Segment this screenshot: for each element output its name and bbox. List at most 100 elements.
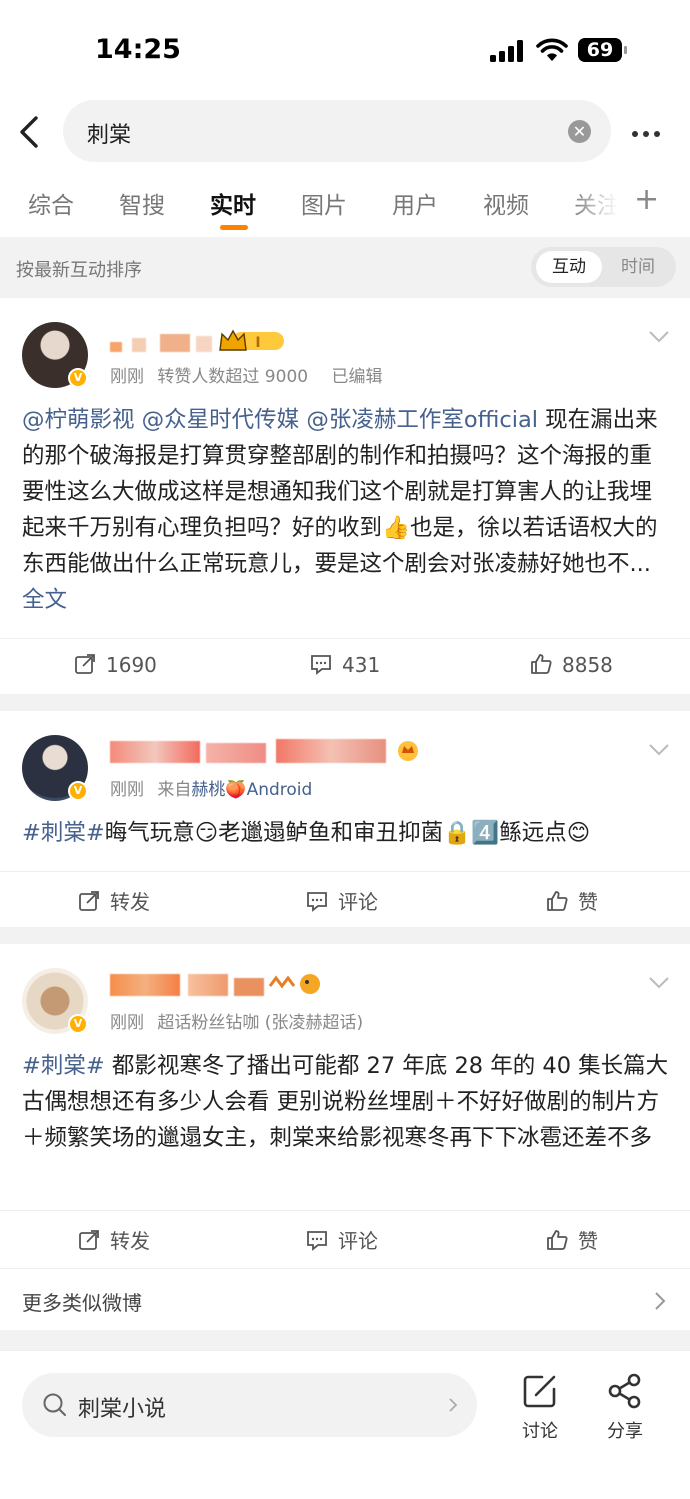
- clear-search-icon[interactable]: ✕: [568, 120, 591, 143]
- repost-label: 转发: [110, 890, 150, 914]
- mention-link[interactable]: @柠萌影视: [22, 407, 135, 433]
- post-time: 刚刚: [110, 1013, 144, 1033]
- search-input[interactable]: 刺棠 ✕: [63, 100, 611, 162]
- discuss-button[interactable]: 讨论: [512, 1371, 568, 1443]
- edited-label: 已编辑: [331, 367, 383, 387]
- thumbs-up-icon: [531, 654, 552, 674]
- svg-text:I: I: [255, 335, 260, 351]
- more-similar-label: 更多类似微博: [22, 1291, 142, 1315]
- comment-icon: [311, 655, 331, 675]
- fan-badge-icon: [268, 974, 320, 994]
- like-button[interactable]: 赞: [546, 1225, 598, 1254]
- sort-option-interaction[interactable]: 互动: [536, 251, 602, 283]
- cellular-signal-icon: [490, 40, 523, 62]
- tab-users[interactable]: 用户: [392, 186, 438, 220]
- repost-icon: [79, 891, 99, 911]
- search-tabs: 综合 智搜 实时 图片 用户 视频 关注 +: [0, 180, 690, 234]
- status-time: 14:25: [95, 34, 181, 65]
- hashtag-link[interactable]: #刺棠#: [22, 1053, 105, 1079]
- mention-link[interactable]: @众星时代传媒: [142, 407, 300, 433]
- verified-badge-icon: V: [68, 781, 88, 801]
- comment-count: 431: [342, 653, 381, 677]
- repost-button[interactable]: 1690: [74, 653, 157, 677]
- compose-icon: [523, 1375, 556, 1408]
- like-button[interactable]: 8858: [530, 653, 613, 677]
- share-icon: [608, 1373, 641, 1409]
- comment-icon: [307, 892, 327, 912]
- post-actions: 转发 评论 赞: [0, 1210, 690, 1266]
- tab-smart-search[interactable]: 智搜: [119, 186, 165, 220]
- full-text-link[interactable]: 全文: [22, 587, 67, 613]
- post-body: 都影视寒冬了播出可能都 27 年底 28 年的 40 集长篇大古偶想想还有多少人…: [22, 1053, 669, 1151]
- comment-button[interactable]: 评论: [306, 1225, 378, 1254]
- search-header: 刺棠 ✕: [0, 100, 690, 164]
- bottom-bar: 刺棠小说 讨论 分享: [0, 1350, 690, 1499]
- chevron-down-icon[interactable]: [648, 330, 670, 344]
- thumbs-up-icon: [547, 891, 568, 911]
- repost-icon: [79, 1230, 99, 1250]
- comment-label: 评论: [338, 1229, 378, 1253]
- hashtag-link[interactable]: #刺棠#: [22, 820, 105, 846]
- vip-crown-badge-icon: I: [219, 329, 284, 351]
- post-actions: 转发 评论 赞: [0, 871, 690, 927]
- more-options-icon[interactable]: [632, 122, 668, 142]
- post-card: V 刚刚 来自赫桃🍑Android #刺棠#晦气玩意😏老邋遢鲈鱼和审丑抑菌🔒4️…: [0, 711, 690, 927]
- comment-label: 评论: [338, 890, 378, 914]
- active-tab-indicator: [220, 225, 248, 230]
- thumbs-up-icon: [547, 1230, 568, 1250]
- related-search-text: 刺棠小说: [78, 1397, 167, 1422]
- divider: [0, 694, 690, 711]
- post-time: 刚刚: [110, 367, 144, 387]
- back-arrow-icon[interactable]: [16, 114, 44, 150]
- sort-option-time[interactable]: 时间: [605, 251, 671, 283]
- share-label: 分享: [607, 1421, 643, 1442]
- post-text: @柠萌影视 @众星时代传媒 @张凌赫工作室official 现在漏出来的那个破海…: [22, 402, 672, 618]
- comment-button[interactable]: 431: [310, 653, 380, 677]
- chevron-down-icon[interactable]: [648, 976, 670, 990]
- post-meta: 刚刚 超话粉丝钻咖 (张凌赫超话): [110, 1008, 363, 1033]
- device-link[interactable]: Android: [247, 780, 313, 800]
- tab-videos[interactable]: 视频: [483, 186, 529, 220]
- discuss-label: 讨论: [522, 1421, 558, 1442]
- more-similar-posts-link[interactable]: 更多类似微博: [0, 1268, 690, 1330]
- repost-button[interactable]: 转发: [78, 1225, 150, 1254]
- search-icon: [43, 1393, 66, 1416]
- chevron-down-icon[interactable]: [648, 743, 670, 757]
- post-meta: 刚刚 转赞人数超过 9000 已编辑: [110, 362, 382, 387]
- repost-like-count-note: 转赞人数超过 9000: [157, 367, 309, 387]
- repost-button[interactable]: 转发: [78, 886, 150, 915]
- post-actions: 1690 431 8858: [0, 638, 690, 694]
- post-text: #刺棠#晦气玩意😏老邋遢鲈鱼和审丑抑菌🔒4️⃣鲧远点😊: [22, 815, 672, 851]
- related-search-input[interactable]: 刺棠小说: [22, 1373, 477, 1437]
- battery-level: 69: [586, 39, 614, 61]
- post-meta: 刚刚 来自赫桃🍑Android: [110, 775, 312, 800]
- verified-badge-icon: V: [68, 1014, 88, 1034]
- repost-count: 1690: [106, 653, 157, 677]
- comment-icon: [307, 1231, 327, 1251]
- share-button[interactable]: 分享: [597, 1371, 653, 1443]
- battery-icon: 69: [578, 38, 627, 62]
- supertopic-badge[interactable]: 超话粉丝钻咖 (张凌赫超话): [157, 1013, 363, 1033]
- like-button[interactable]: 赞: [546, 886, 598, 915]
- post-time: 刚刚: [110, 780, 144, 800]
- tab-realtime[interactable]: 实时: [210, 186, 256, 220]
- post-text: #刺棠# 都影视寒冬了播出可能都 27 年底 28 年的 40 集长篇大古偶想想…: [22, 1048, 672, 1156]
- like-label: 赞: [578, 1229, 598, 1253]
- tab-comprehensive[interactable]: 综合: [28, 186, 74, 220]
- sort-bar: 按最新互动排序 互动 时间: [0, 237, 690, 298]
- verified-badge-icon: V: [68, 368, 88, 388]
- post-card: V 刚刚 超话粉丝钻咖 (张凌赫超话) #刺棠# 都影视寒冬了播出可能都 27 …: [0, 944, 690, 1268]
- source-prefix: 来自: [157, 780, 192, 800]
- comment-button[interactable]: 评论: [306, 886, 378, 915]
- source-link[interactable]: 赫桃🍑: [191, 780, 246, 800]
- wifi-icon: [536, 38, 568, 61]
- mention-link[interactable]: @张凌赫工作室official: [306, 407, 538, 433]
- sort-label: 按最新互动排序: [16, 260, 142, 281]
- status-bar: 14:25 69: [0, 0, 690, 92]
- fan-badge-icon: [398, 741, 418, 761]
- sort-toggle: 互动 时间: [531, 247, 676, 287]
- divider: [0, 927, 690, 944]
- tab-images[interactable]: 图片: [301, 186, 347, 220]
- search-query: 刺棠: [87, 123, 132, 148]
- add-tab-icon[interactable]: +: [634, 182, 659, 217]
